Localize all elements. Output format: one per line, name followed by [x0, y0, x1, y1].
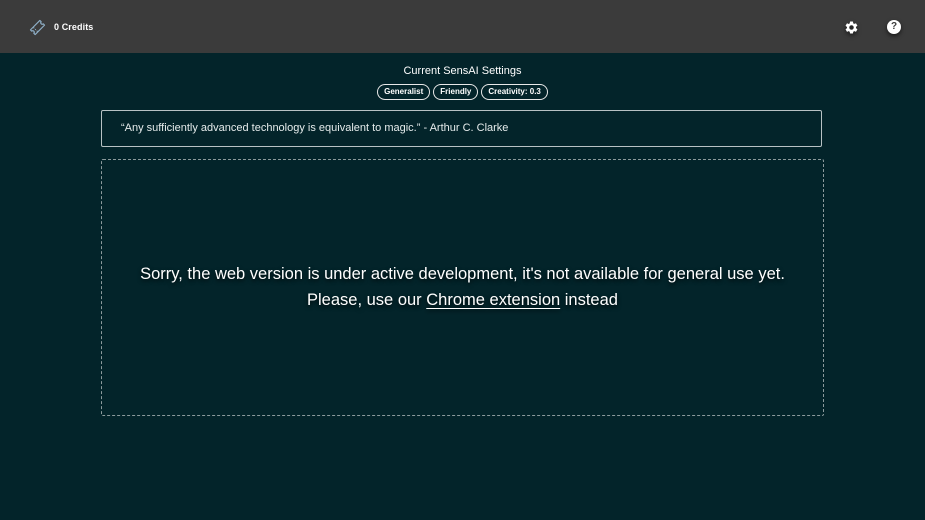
settings-title: Current SensAI Settings — [403, 65, 522, 77]
notice-line-2-prefix: Please, use our — [307, 291, 427, 309]
settings-chips: Generalist Friendly Creativity: 0.3 — [0, 84, 925, 100]
credits-label: 0 Credits — [54, 22, 94, 32]
notice-message: Sorry, the web version is under active d… — [102, 261, 823, 313]
notice-box: Sorry, the web version is under active d… — [101, 159, 824, 416]
chip-tone[interactable]: Friendly — [433, 84, 479, 100]
settings-button[interactable] — [843, 19, 859, 35]
chip-creativity[interactable]: Creativity: 0.3 — [481, 84, 548, 100]
help-icon: ? — [887, 20, 901, 34]
quote-box: “Any sufficiently advanced technology is… — [101, 110, 822, 147]
notice-line-1: Sorry, the web version is under active d… — [140, 265, 785, 283]
notice-line-2: Please, use our Chrome extension instead — [102, 287, 823, 313]
quote-text: “Any sufficiently advanced technology is… — [121, 122, 509, 134]
top-bar: 0 Credits ? — [0, 0, 925, 53]
ticket-icon — [29, 19, 46, 35]
chrome-extension-link[interactable]: Chrome extension — [426, 291, 560, 309]
help-button[interactable]: ? — [886, 19, 902, 35]
chip-persona[interactable]: Generalist — [377, 84, 431, 100]
credits-indicator[interactable]: 0 Credits — [28, 17, 93, 37]
notice-line-2-suffix: instead — [560, 291, 618, 309]
gear-icon — [845, 20, 857, 34]
